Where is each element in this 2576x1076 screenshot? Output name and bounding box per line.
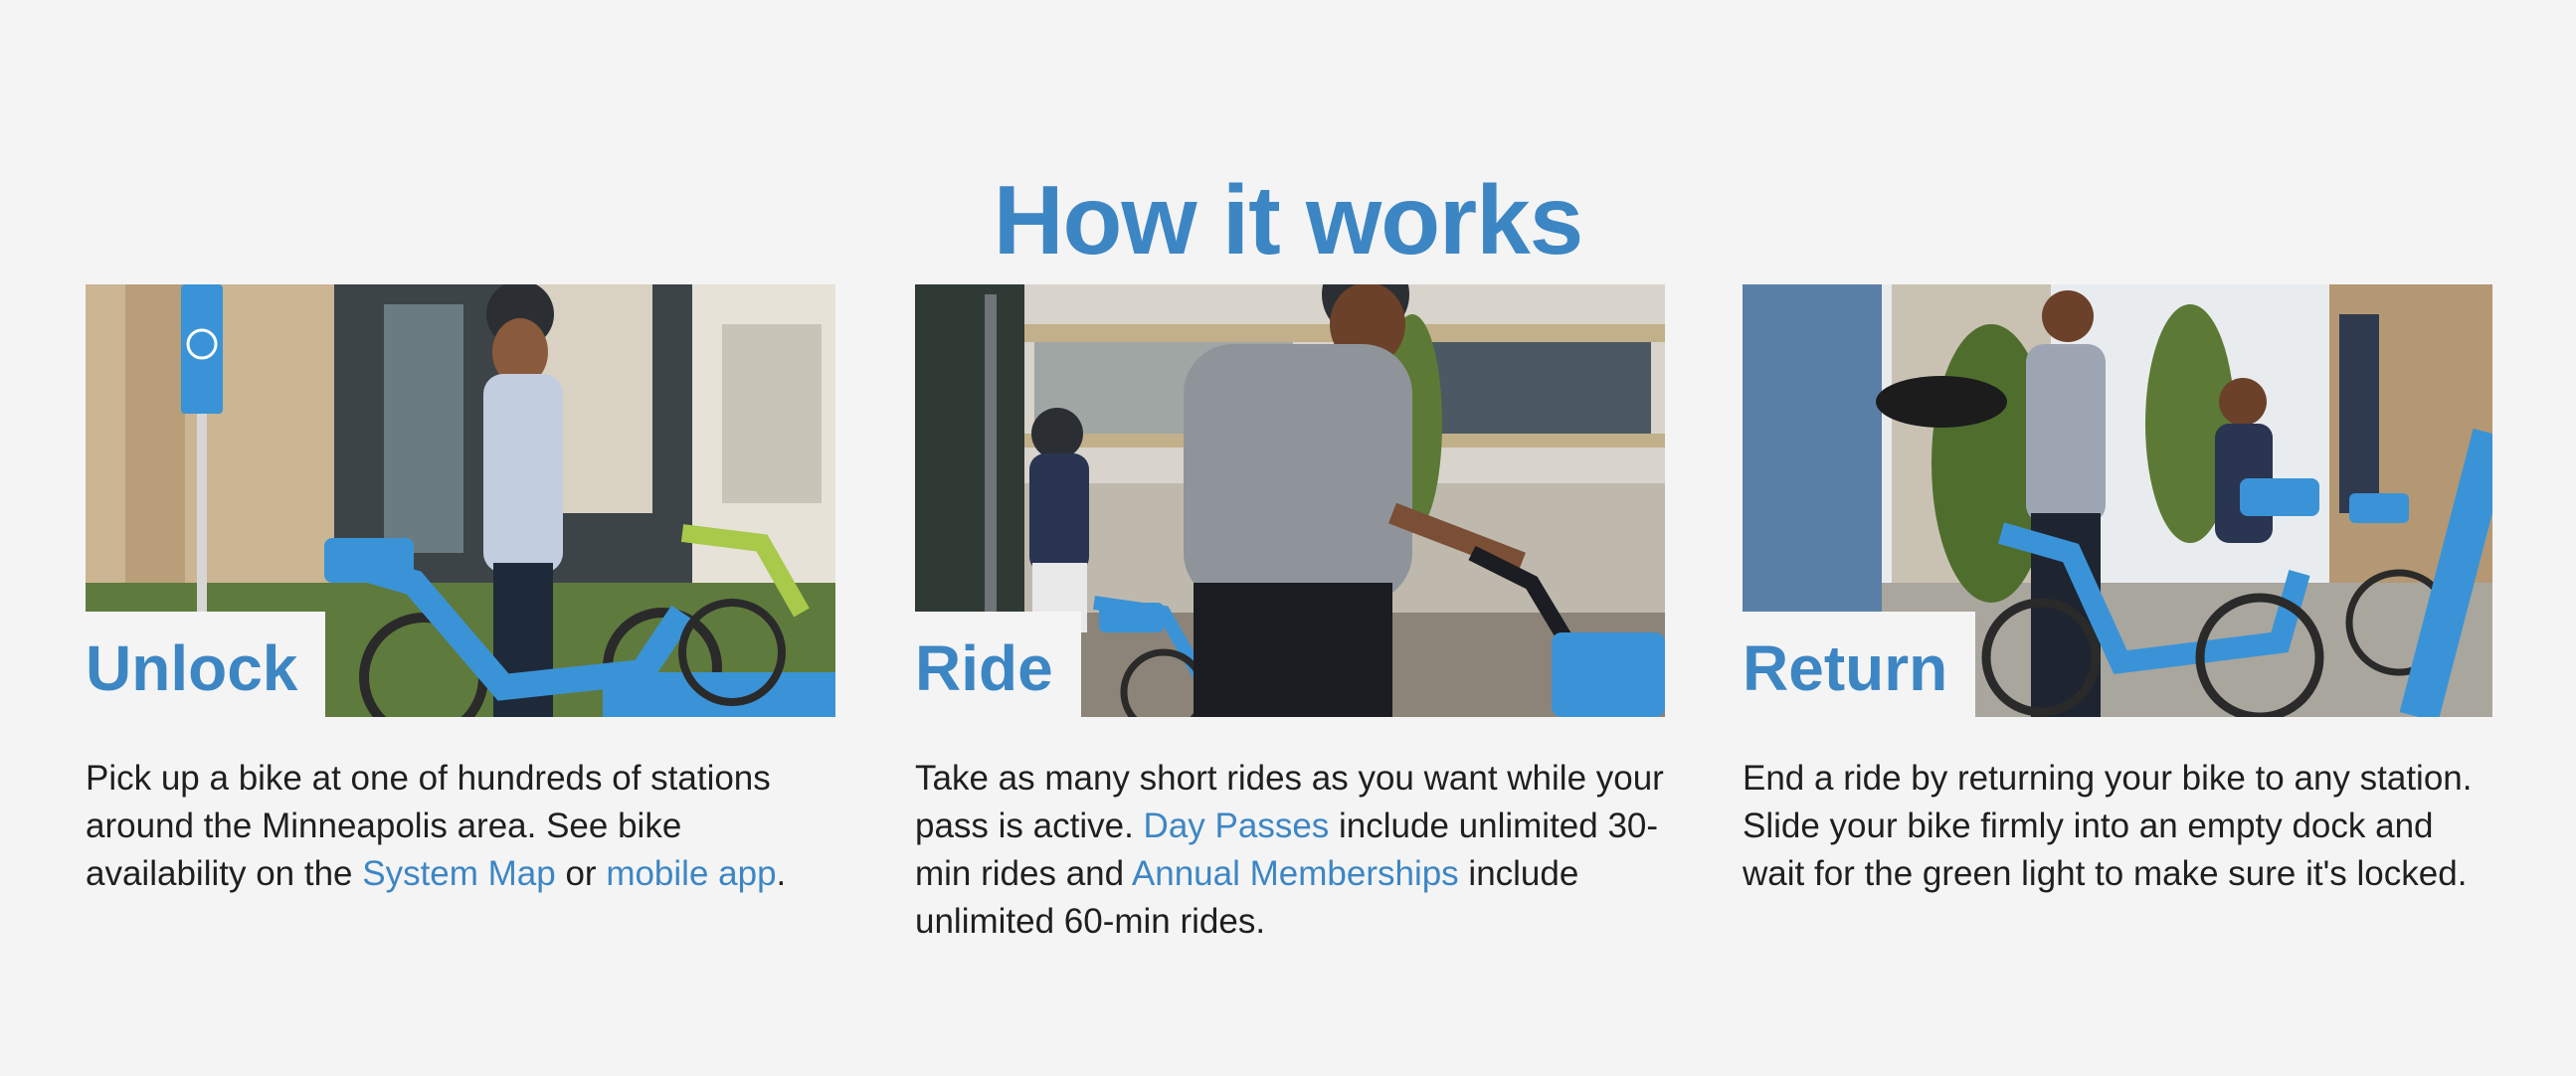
- section-heading: How it works: [993, 164, 1583, 274]
- unlock-description: Pick up a bike at one of hundreds of sta…: [86, 755, 835, 898]
- return-text-part: End a ride by returning your bike to any…: [1743, 759, 2473, 893]
- unlock-photo: Unlock: [86, 284, 835, 717]
- card-title-unlock: Unlock: [86, 632, 298, 704]
- unlock-text-part: .: [776, 854, 787, 893]
- card-return: Return End a ride by returning your bike…: [1743, 284, 2492, 898]
- ride-photo: Ride: [915, 284, 1665, 717]
- system-map-link[interactable]: System Map: [362, 854, 556, 893]
- annual-memberships-link[interactable]: Annual Memberships: [1132, 854, 1459, 893]
- ride-label-box: Ride: [915, 612, 1081, 717]
- card-title-return: Return: [1743, 632, 1948, 704]
- return-label-box: Return: [1743, 612, 1976, 717]
- day-passes-link[interactable]: Day Passes: [1144, 807, 1330, 845]
- mobile-app-link[interactable]: mobile app: [606, 854, 776, 893]
- return-photo: Return: [1743, 284, 2492, 717]
- return-description: End a ride by returning your bike to any…: [1743, 755, 2492, 898]
- unlock-label-box: Unlock: [86, 612, 326, 717]
- unlock-text-part: or: [555, 854, 607, 893]
- card-ride: Ride Take as many short rides as you wan…: [915, 284, 1665, 946]
- card-title-ride: Ride: [915, 632, 1053, 704]
- card-unlock: Unlock Pick up a bike at one of hundreds…: [86, 284, 835, 898]
- how-it-works-section: How it works Unlock Pick up a bike at on…: [0, 0, 2576, 1076]
- ride-description: Take as many short rides as you want whi…: [915, 755, 1665, 946]
